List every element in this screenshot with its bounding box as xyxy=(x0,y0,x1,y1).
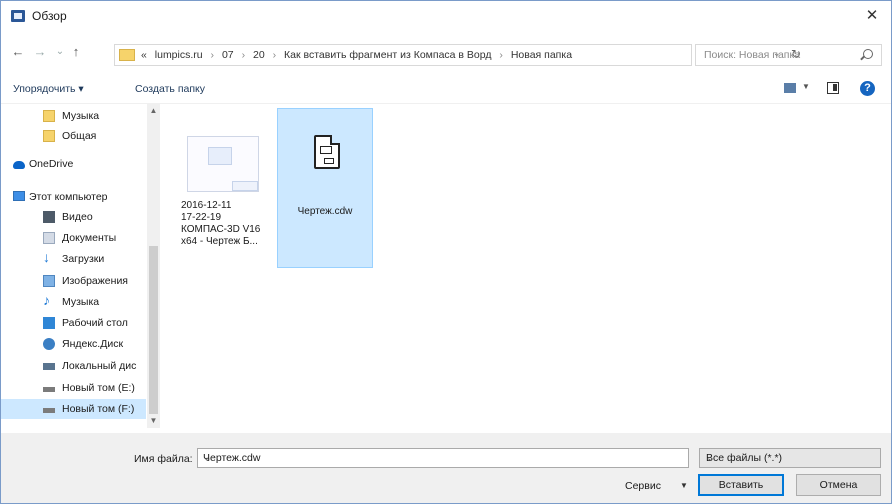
sidebar-item-label: Новый том (F:) xyxy=(62,403,135,415)
search-box[interactable]: Поиск: Новая папка xyxy=(695,44,882,66)
sidebar-item-shared[interactable]: Общая xyxy=(1,126,146,146)
cloud-icon xyxy=(13,161,25,169)
window-title: Обзор xyxy=(32,9,67,23)
breadcrumb-separator[interactable]: › xyxy=(211,49,215,61)
sidebar-item-label: Музыка xyxy=(62,110,100,122)
breadcrumb: « lumpics.ru › 07 › 20 › Как вставить фр… xyxy=(141,49,572,61)
chevron-down-icon[interactable]: ⌄ xyxy=(706,452,874,464)
breadcrumb-overflow[interactable]: « xyxy=(141,49,147,61)
chevron-down-icon[interactable]: ▼ xyxy=(680,481,688,490)
download-icon xyxy=(43,249,55,265)
view-mode-icon[interactable] xyxy=(784,83,796,93)
drive-icon xyxy=(43,408,55,413)
forward-icon[interactable]: → xyxy=(33,44,47,60)
sidebar-item-local-disk[interactable]: Локальный дис xyxy=(1,356,146,376)
chevron-down-icon[interactable]: ▼ xyxy=(802,82,810,91)
computer-icon xyxy=(13,191,25,201)
desktop-icon xyxy=(43,317,55,329)
insert-button[interactable]: Вставить xyxy=(698,474,784,496)
sidebar-item-desktop[interactable]: Рабочий стол xyxy=(1,313,146,333)
sidebar-item-music[interactable]: Музыка xyxy=(1,292,146,312)
navigation-pane: Музыка Общая OneDrive Этот компьютер Вид… xyxy=(1,104,161,428)
sidebar-item-label: Изображения xyxy=(62,275,128,287)
help-icon[interactable]: ? xyxy=(860,81,875,96)
breadcrumb-item[interactable]: Как вставить фрагмент из Компаса в Ворд xyxy=(284,49,491,61)
sidebar-item-label: Яндекс.Диск xyxy=(62,338,124,350)
sidebar-item-label: Загрузки xyxy=(62,253,105,265)
breadcrumb-item[interactable]: Новая папка xyxy=(511,49,572,61)
pictures-icon xyxy=(43,275,55,287)
dialog-footer: Имя файла: Чертеж.cdw ⌄ Все файлы (*.*) … xyxy=(1,433,891,503)
up-folder-icon[interactable]: ↑ xyxy=(69,44,83,60)
file-list: 2016-12-11 17-22-19 КОМПАС-3D V16 x64 - … xyxy=(163,104,891,428)
close-icon[interactable]: ✕ xyxy=(861,5,883,27)
file-name: Чертеж.cdw xyxy=(297,206,353,217)
sidebar-scrollbar[interactable]: ▲ ▼ xyxy=(147,104,160,428)
file-type-select[interactable]: Все файлы (*.*) ⌄ xyxy=(699,448,881,468)
sidebar-item-volume-e[interactable]: Новый том (E:) xyxy=(1,378,146,398)
sidebar-item-onedrive[interactable]: OneDrive xyxy=(1,154,146,174)
command-bar: Упорядочить ▾ Создать папку ▼ ? xyxy=(1,73,891,104)
sidebar-item-label: Музыка xyxy=(62,296,100,308)
local-disk-icon xyxy=(43,363,55,370)
preview-pane-icon[interactable] xyxy=(827,82,839,94)
file-open-dialog: Обзор ✕ ← → ⌄ ↑ « lumpics.ru › 07 › 20 ›… xyxy=(0,0,892,504)
back-icon[interactable]: ← xyxy=(11,44,25,60)
service-button[interactable]: Сервис xyxy=(625,480,661,492)
documents-icon xyxy=(43,232,55,244)
drive-icon xyxy=(43,387,55,392)
sidebar-item-label: Видео xyxy=(62,211,93,223)
title-bar: Обзор ✕ xyxy=(1,1,891,31)
app-icon xyxy=(11,10,25,22)
breadcrumb-separator[interactable]: › xyxy=(499,49,503,61)
sidebar-item-downloads[interactable]: Загрузки xyxy=(1,249,146,269)
music-icon xyxy=(43,292,55,308)
video-icon xyxy=(43,211,55,223)
file-item-selected[interactable]: Чертеж.cdw xyxy=(277,108,373,268)
yandex-disk-icon xyxy=(43,338,55,350)
search-placeholder: Поиск: Новая папка xyxy=(704,49,801,61)
breadcrumb-separator[interactable]: › xyxy=(273,49,277,61)
new-folder-button[interactable]: Создать папку xyxy=(135,83,205,95)
sidebar-item-video[interactable]: Видео xyxy=(1,207,146,227)
sidebar-item-label: Документы xyxy=(62,232,117,244)
breadcrumb-item[interactable]: 07 xyxy=(222,49,234,61)
organize-button[interactable]: Упорядочить ▾ xyxy=(13,83,84,95)
address-bar[interactable]: « lumpics.ru › 07 › 20 › Как вставить фр… xyxy=(114,44,801,66)
sidebar-item-label: Общая xyxy=(62,130,97,142)
sidebar-item-label: Локальный дис xyxy=(62,360,137,372)
breadcrumb-item[interactable]: 20 xyxy=(253,49,265,61)
sidebar-item-label: Новый том (E:) xyxy=(62,382,135,394)
file-item[interactable]: 2016-12-11 17-22-19 КОМПАС-3D V16 x64 - … xyxy=(173,108,269,268)
cancel-button[interactable]: Отмена xyxy=(796,474,881,496)
file-name: 2016-12-11 17-22-19 КОМПАС-3D V16 x64 - … xyxy=(181,200,261,247)
scroll-down-icon[interactable]: ▼ xyxy=(147,414,160,428)
filename-label: Имя файла: xyxy=(134,453,193,465)
drawing-thumbnail xyxy=(187,136,259,192)
breadcrumb-item[interactable]: lumpics.ru xyxy=(155,49,203,61)
filename-field[interactable]: Чертеж.cdw ⌄ xyxy=(197,448,689,468)
sidebar-item-pictures[interactable]: Изображения xyxy=(1,271,146,291)
search-icon[interactable] xyxy=(863,49,873,59)
folder-icon xyxy=(43,110,55,122)
scroll-up-icon[interactable]: ▲ xyxy=(147,104,160,118)
scrollbar-thumb[interactable] xyxy=(149,246,158,414)
sidebar-item-label: Этот компьютер xyxy=(29,191,108,203)
folder-icon xyxy=(119,49,135,61)
sidebar-item-this-pc[interactable]: Этот компьютер xyxy=(1,187,146,207)
sidebar-item-yandex-disk[interactable]: Яндекс.Диск xyxy=(1,334,146,354)
chevron-down-icon[interactable]: ⌄ xyxy=(203,452,683,464)
sidebar-item-music-folder[interactable]: Музыка xyxy=(1,106,146,126)
cdw-file-icon xyxy=(314,135,340,169)
recent-locations-icon[interactable]: ⌄ xyxy=(53,44,67,60)
folder-icon xyxy=(43,130,55,142)
breadcrumb-separator[interactable]: › xyxy=(242,49,246,61)
sidebar-item-volume-f[interactable]: Новый том (F:) xyxy=(1,399,146,419)
sidebar-item-documents[interactable]: Документы xyxy=(1,228,146,248)
sidebar-item-label: Рабочий стол xyxy=(62,317,128,329)
sidebar-item-label: OneDrive xyxy=(29,158,74,170)
